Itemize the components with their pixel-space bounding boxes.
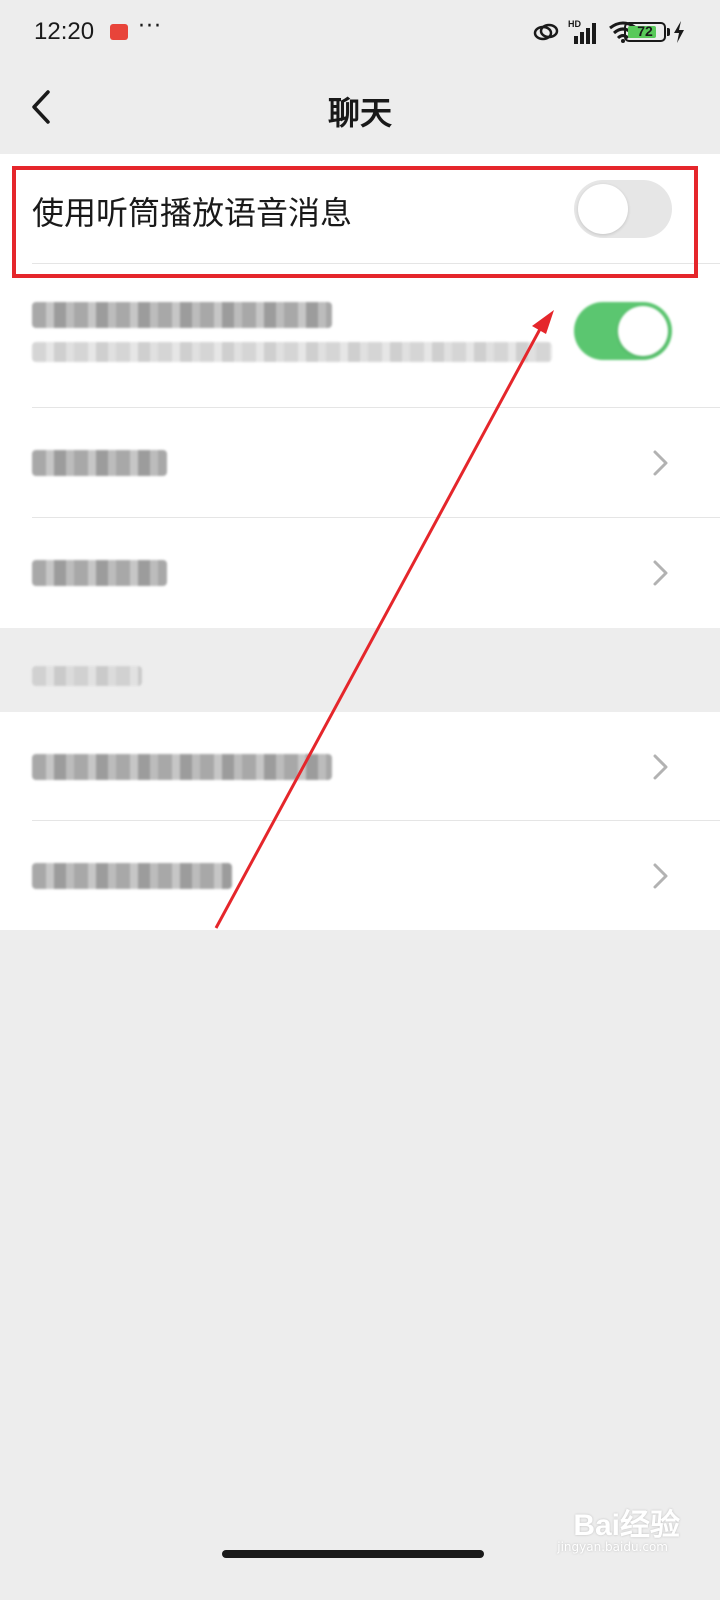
- setting-earpiece-playback[interactable]: 使用听筒播放语音消息: [0, 154, 720, 264]
- setting-blurred-toggle[interactable]: [0, 264, 720, 408]
- toggle-knob: [618, 306, 668, 356]
- cellular-signal-icon: HD: [568, 19, 596, 44]
- blurred-label: [32, 450, 167, 476]
- page-title: 聊天: [327, 94, 392, 132]
- battery-tip: [667, 28, 670, 36]
- home-indicator[interactable]: [222, 1550, 484, 1558]
- chevron-right-icon: [653, 450, 668, 476]
- blurred-label: [32, 560, 167, 586]
- baidu-watermark: Bai经验: [573, 1509, 680, 1542]
- status-bar: 12:20 ··· HD 72: [0, 0, 720, 64]
- setting-row-blurred-2[interactable]: [0, 518, 720, 628]
- settings-group-history: [0, 712, 720, 930]
- blurred-description: [32, 342, 552, 362]
- blurred-label: [32, 302, 332, 328]
- setting-earpiece-label: 使用听筒播放语音消息: [32, 194, 353, 232]
- earpiece-toggle[interactable]: [574, 180, 672, 238]
- network-type-label: HD: [568, 19, 581, 29]
- chevron-right-icon: [653, 754, 668, 780]
- charging-icon: [674, 21, 684, 43]
- toggle-knob: [578, 184, 628, 234]
- settings-group-chat: 使用听筒播放语音消息: [0, 154, 720, 628]
- blurred-section-title: [32, 666, 142, 686]
- battery-icon: 72: [624, 22, 666, 42]
- more-notifications-icon: ···: [138, 14, 162, 39]
- setting-row-blurred-3[interactable]: [0, 712, 720, 821]
- chevron-right-icon: [653, 560, 668, 586]
- setting-row-blurred-1[interactable]: [0, 408, 720, 518]
- battery-level: 72: [637, 23, 653, 39]
- nav-bar: 聊天: [0, 64, 720, 154]
- section-header: [0, 628, 720, 712]
- status-time: 12:20: [34, 18, 95, 45]
- blurred-label: [32, 754, 332, 780]
- baidu-watermark-url: jingyan.baidu.com: [557, 1540, 668, 1554]
- app-notification-icon: [110, 24, 128, 40]
- chevron-right-icon: [653, 863, 668, 889]
- blurred-toggle[interactable]: [574, 302, 672, 360]
- setting-row-blurred-4[interactable]: [0, 821, 720, 930]
- link-icon: [533, 23, 559, 41]
- blurred-label: [32, 863, 232, 889]
